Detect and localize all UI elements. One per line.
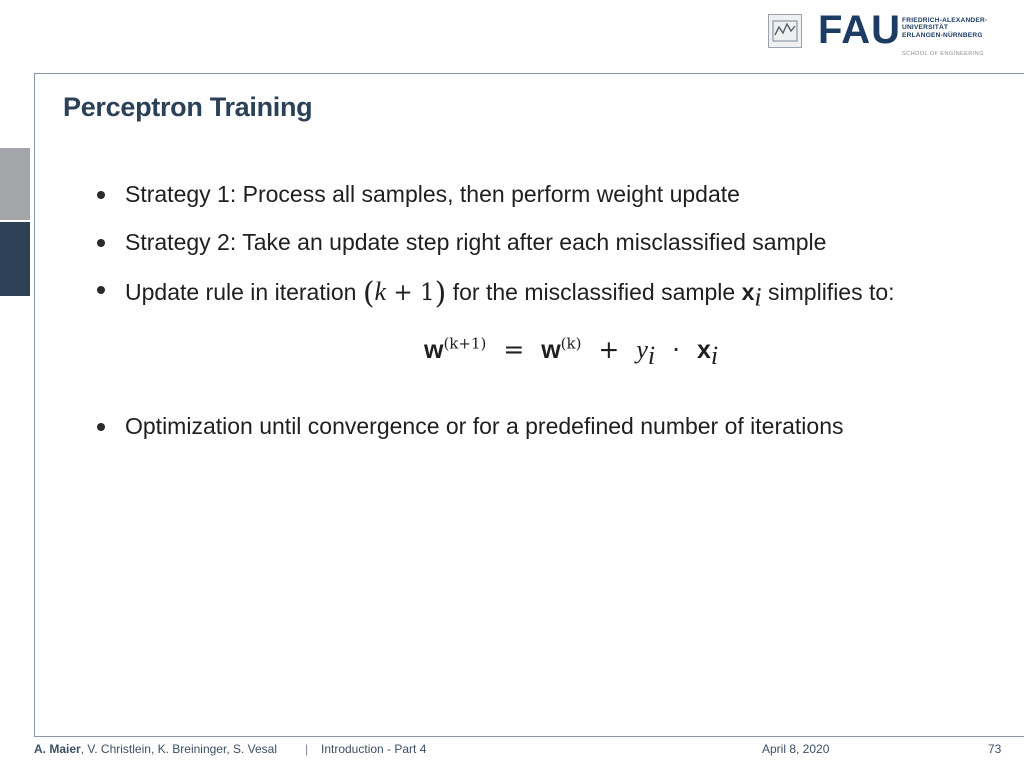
bullet-dot-icon [97,286,105,294]
iteration-expression: (k + 1) [362,276,447,311]
bullet-text: Strategy 2: Take an update step right af… [125,229,827,255]
footer-course: Introduction - Part 4 [321,742,427,756]
bullet-dot-icon [97,239,105,247]
bullet-item: Strategy 1: Process all samples, then pe… [97,181,740,208]
footer-date: April 8, 2020 [762,742,830,756]
side-tab-gray [0,148,30,220]
bullet-item: Optimization until convergence or for a … [97,413,844,440]
bullet-text: Optimization until convergence or for a … [125,413,844,439]
footer-page-number: 73 [988,742,1002,756]
bullet-text-update-rule: Update rule in iteration (k + 1) for the… [125,276,895,312]
frame-top-line [34,73,1024,74]
bullet-item: Strategy 2: Take an update step right af… [97,229,826,256]
bullet-dot-icon [97,423,105,431]
tf-logo-icon [768,14,802,48]
frame-bottom-line [34,736,1024,737]
slide-title: Perceptron Training [63,92,313,122]
frame-left-line [34,73,35,737]
sample-vector: xi [741,279,762,312]
bullet-text: Strategy 1: Process all samples, then pe… [125,181,740,207]
fau-logo-wordmark: FAU [818,8,901,52]
bullet-item: Update rule in iteration (k + 1) for the… [97,276,895,311]
bullet-dot-icon [97,191,105,199]
fau-university-name: FRIEDRICH-ALEXANDER- UNIVERSITÄT ERLANGE… [902,17,988,39]
footer-separator: | [305,742,309,756]
footer-authors: A. Maier, V. Christlein, K. Breininger, … [34,742,278,756]
update-equation: w(k+1) = w(k) + yi · xi [424,334,719,370]
side-tab-dark [0,222,30,296]
fau-school-name: SCHOOL OF ENGINEERING [902,51,984,57]
